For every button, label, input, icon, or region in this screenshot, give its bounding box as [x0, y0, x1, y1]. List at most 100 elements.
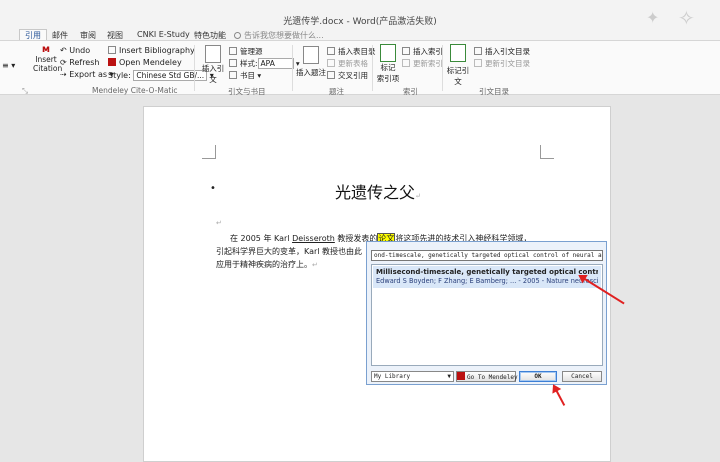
manage-sources-button[interactable]: 管理源: [229, 46, 263, 57]
decorative-bird-icon: ✦: [646, 8, 660, 27]
mark-entry-button[interactable]: 标记 索引项: [376, 44, 400, 84]
bibliography-icon: [108, 46, 116, 54]
update-toa-label: 更新引文目录: [485, 59, 530, 68]
insert-caption-label: 插入题注: [296, 68, 326, 77]
go-to-mendeley-label: Go To Mendeley: [467, 374, 518, 381]
update-table-label: 更新表格: [338, 59, 368, 68]
insert-citation-label-1: Insert: [35, 55, 57, 64]
tab-cnki-estudy[interactable]: CNKI E-Study: [137, 30, 190, 39]
insert-toa-icon: [474, 47, 482, 55]
dropdown-arrow-icon: ▼: [447, 373, 451, 380]
insert-citation-label-2: Citation: [33, 64, 63, 73]
mendeley-logo-icon: [108, 58, 116, 66]
insert-citation-button[interactable]: ᴍ Insert Citation: [33, 44, 63, 84]
citation-search-input[interactable]: ond-timescale, genetically targeted opti…: [371, 250, 603, 261]
undo-label: Undo: [69, 46, 91, 55]
word-style-select[interactable]: 样式: APA ▾: [229, 58, 300, 69]
open-mendeley-button[interactable]: Open Mendeley: [108, 58, 182, 67]
insert-toa-button[interactable]: 插入引文目录: [474, 46, 530, 57]
insert-table-of-figures-label: 插入表目录: [338, 47, 376, 56]
paragraph-mark: ↵: [312, 261, 318, 269]
bibliography-button[interactable]: 书目 ▾: [229, 70, 261, 81]
word-insert-citation-label: 插入引文: [201, 64, 225, 84]
open-mendeley-label: Open Mendeley: [119, 58, 182, 67]
mark-citation-label: 标记引文: [446, 66, 470, 86]
paragraph-line-3[interactable]: 应用于精神疾病的治疗上。↵: [216, 259, 318, 270]
cross-reference-button[interactable]: 交叉引用: [327, 70, 368, 81]
mendeley-logo-icon: [457, 372, 465, 380]
undo-button[interactable]: ↶ Undo: [60, 46, 90, 55]
cancel-button[interactable]: Cancel: [562, 371, 602, 382]
document-workspace: • 光遗传之父↵ ↵ 在 2005 年 Karl Deisseroth 教授发表…: [0, 96, 720, 462]
citation-style-select[interactable]: Style: Chinese Std GB/... ▾: [108, 70, 214, 81]
insert-index-icon: [402, 47, 410, 55]
paragraph-line-2[interactable]: 引起科学界巨大的变革，Karl 教授也由此: [216, 246, 362, 257]
line1-pre: 在 2005 年 Karl: [230, 234, 293, 243]
result-title: Millisecond-timescale, genetically targe…: [376, 268, 598, 276]
search-result-item[interactable]: Millisecond-timescale, genetically targe…: [373, 266, 601, 288]
library-select[interactable]: My Library ▼: [371, 371, 454, 382]
manage-sources-icon: [229, 47, 237, 55]
update-toa-icon: [474, 59, 482, 67]
search-results-list: Millisecond-timescale, genetically targe…: [371, 264, 603, 366]
library-value: My Library: [374, 373, 411, 380]
mendeley-citation-icon: ᴍ: [41, 44, 51, 55]
insert-caption-button[interactable]: 插入题注: [296, 46, 326, 78]
citation-search-dialog: ond-timescale, genetically targeted opti…: [366, 241, 607, 385]
insert-index-button[interactable]: 插入索引: [402, 46, 443, 57]
paragraph-mark: ↵: [216, 219, 222, 227]
decorative-bird-icon: ✧: [678, 6, 695, 30]
result-metadata: Edward S Boyden; F Zhang; E Bamberg; ...…: [376, 277, 598, 285]
word-insert-citation-button[interactable]: 插入引文: [199, 45, 227, 85]
manage-sources-label: 管理源: [240, 47, 263, 56]
lightbulb-icon: [234, 32, 241, 39]
book-icon: [229, 71, 237, 79]
name-deisseroth: Deisseroth: [292, 234, 335, 243]
word-style-value: APA: [257, 58, 294, 69]
refresh-icon: ⟳: [60, 58, 70, 67]
update-table-icon: [327, 59, 335, 67]
group-divider: [292, 45, 293, 91]
footnote-overflow-button[interactable]: ≡ ▾: [2, 61, 15, 70]
undo-icon: ↶: [60, 46, 70, 55]
dialog-launcher-icon[interactable]: ⤡: [22, 86, 28, 96]
crop-mark: [540, 145, 554, 159]
refresh-button[interactable]: ⟳ Refresh: [60, 58, 99, 67]
cross-reference-icon: [327, 71, 335, 79]
mark-citation-button[interactable]: 标记引文: [444, 44, 472, 87]
insert-bibliography-label: Insert Bibliography: [119, 46, 195, 55]
heading-text: 光遗传之父: [335, 183, 416, 202]
line3-text: 应用于精神疾病的治疗上。: [216, 260, 312, 269]
tell-me-placeholder: 告诉我您想要做什么...: [244, 31, 324, 40]
insert-toa-label: 插入引文目录: [485, 47, 530, 56]
insert-bibliography-button[interactable]: Insert Bibliography: [108, 46, 195, 55]
export-as-button[interactable]: ⇢ Export as ▾: [60, 70, 114, 79]
update-toa-button: 更新引文目录: [474, 58, 530, 69]
mark-entry-icon: [380, 44, 396, 62]
word-style-label: 样式:: [240, 59, 258, 68]
caption-icon: [303, 46, 319, 64]
mark-entry-label-1: 标记: [380, 63, 396, 72]
group-divider: [194, 45, 195, 91]
update-index-button: 更新索引: [402, 58, 443, 69]
refresh-label: Refresh: [69, 58, 100, 67]
group-divider: [442, 45, 443, 91]
ok-button[interactable]: OK: [519, 371, 557, 382]
insert-table-of-figures-button[interactable]: 插入表目录: [327, 46, 376, 57]
style-value: Chinese Std GB/...: [133, 70, 208, 81]
title-bar: 光遗传学.docx - Word(产品激活失败) ✦ ✧ 引用 邮件 审阅 视图…: [0, 0, 720, 44]
go-to-mendeley-button[interactable]: Go To Mendeley: [456, 371, 518, 382]
update-index-icon: [402, 59, 410, 67]
export-icon: ⇢: [60, 70, 70, 79]
update-index-label: 更新索引: [413, 59, 443, 68]
table-of-figures-icon: [327, 47, 335, 55]
document-heading[interactable]: 光遗传之父↵: [144, 179, 612, 203]
style-label: Style:: [108, 71, 131, 80]
bibliography-label: 书目: [240, 71, 255, 80]
insert-citation-icon: [205, 45, 221, 63]
style-icon: [229, 59, 237, 67]
cross-reference-label: 交叉引用: [338, 71, 368, 80]
update-table-button: 更新表格: [327, 58, 368, 69]
mark-citation-icon: [450, 44, 466, 62]
paragraph-mark: ↵: [415, 192, 421, 200]
